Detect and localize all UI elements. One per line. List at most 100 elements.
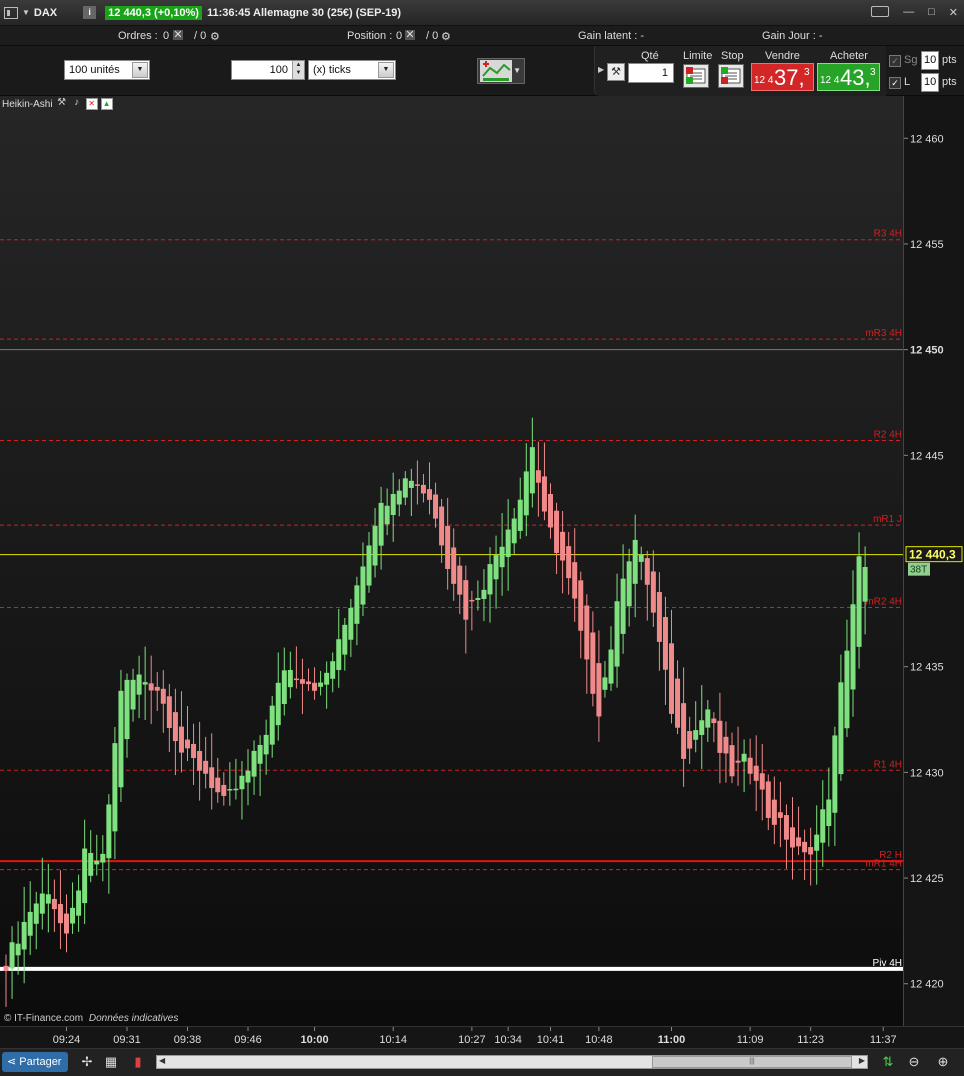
l-checkbox[interactable]: ✓: [889, 77, 901, 89]
close-indicator-icon[interactable]: ✕: [85, 98, 98, 110]
candle-body-45: [275, 682, 281, 726]
candle-body-101: [614, 601, 620, 667]
zoom-out-icon[interactable]: ⊖: [907, 1054, 921, 1070]
scroll-thumb[interactable]: |||: [652, 1056, 852, 1068]
x-tick-label-3: 09:46: [234, 1034, 262, 1046]
candle-body-79: [481, 589, 487, 600]
share-label: Partager: [19, 1056, 62, 1068]
chevron-down-icon[interactable]: ▼: [132, 62, 148, 78]
candle-body-62: [378, 502, 384, 546]
chart-scrollbar[interactable]: ◀ ||| ▶: [156, 1055, 868, 1069]
candle-body-92: [560, 531, 566, 561]
level-label-4: mR1 J: [873, 514, 902, 525]
move-up-icon[interactable]: ▲: [100, 98, 113, 110]
zoom-in-icon[interactable]: ⊕: [936, 1054, 950, 1070]
scroll-left-icon[interactable]: ◀: [159, 1056, 165, 1065]
candle-body-25: [154, 686, 160, 691]
candle-body-56: [342, 624, 348, 655]
candle-body-7: [45, 894, 51, 904]
candle-body-26: [160, 688, 166, 704]
minimize-button[interactable]: —: [903, 6, 914, 19]
info-icon[interactable]: i: [83, 6, 97, 19]
close-button[interactable]: ✕: [949, 6, 958, 19]
candle-body-88: [535, 470, 541, 483]
candle-body-117: [711, 718, 717, 724]
candle-body-86: [523, 471, 529, 516]
price-chart-area[interactable]: R3 4H mR3 4H R2 4H mR1 JmR2 4H R1 4H R2 HmR1 …: [0, 96, 904, 1026]
candle-body-69: [420, 484, 426, 494]
sell-button[interactable]: 12 4 37, 3: [751, 63, 814, 91]
y-tick-label-0: 12 460: [910, 133, 944, 145]
position-settings-icon[interactable]: ⚙: [441, 30, 451, 43]
candle-body-41: [251, 750, 257, 777]
candle-body-20: [124, 679, 130, 740]
candle-body-138: [838, 682, 844, 775]
stop-label: Stop: [721, 50, 744, 62]
candle-body-31: [191, 743, 197, 759]
candle-body-53: [324, 672, 330, 685]
indicator-name[interactable]: Heikin-Ashi: [2, 99, 53, 110]
candle-body-33: [203, 760, 209, 774]
orders-settings-icon[interactable]: ⚙: [210, 30, 220, 43]
strategy-tool-button[interactable]: ▼: [477, 58, 525, 84]
chevron-down-icon[interactable]: ▼: [22, 8, 30, 17]
crosshair-icon[interactable]: ✢: [80, 1054, 94, 1070]
keyboard-icon[interactable]: [871, 6, 890, 17]
candle-body-121: [735, 760, 741, 763]
candle-body-94: [572, 562, 578, 599]
quantity-select[interactable]: 100 unités ▼: [64, 60, 150, 80]
bottom-toolbar: ⋖ Partager ✢ ▦ ▮ ◀ ||| ▶ ⇅ ⊖ ⊕: [0, 1048, 964, 1076]
instrument-symbol[interactable]: DAX: [34, 7, 57, 19]
candle-body-54: [330, 661, 336, 679]
l-input[interactable]: 10: [921, 73, 939, 92]
y-tick-label-6: 12 425: [910, 873, 944, 885]
sg-checkbox[interactable]: ✓: [889, 55, 901, 67]
bell-icon[interactable]: ♪: [71, 98, 83, 110]
y-tick-label-7: 12 420: [910, 979, 944, 991]
candle-body-17: [106, 804, 112, 859]
ticks-value: 100: [269, 64, 288, 76]
candle-body-9: [57, 904, 63, 924]
candle-body-32: [197, 750, 203, 771]
price-chart[interactable]: R3 4HmR3 4HR2 4HmR1 JmR2 4HR1 4HR2 HmR1 …: [0, 96, 904, 1026]
candle-body-139: [844, 650, 850, 729]
wrench-icon[interactable]: ⚒: [607, 63, 625, 81]
limit-order-button[interactable]: [683, 64, 709, 88]
maximize-button[interactable]: □: [928, 6, 935, 19]
ticks-stepper[interactable]: ▲ ▼: [292, 61, 304, 79]
candle-body-104: [632, 539, 638, 584]
cancel-orders-icon[interactable]: ✕: [173, 30, 183, 41]
expand-arrow-icon[interactable]: ▶: [598, 65, 604, 74]
auto-scale-icon[interactable]: ⇅: [881, 1054, 895, 1070]
candle-body-130: [790, 827, 795, 848]
candle-style-icon[interactable]: ▮: [131, 1054, 145, 1070]
window-icon[interactable]: [4, 6, 18, 19]
qty-input[interactable]: 1: [628, 63, 674, 83]
x-tick-label-9: 10:48: [585, 1034, 613, 1046]
wrench-icon[interactable]: ⚒: [56, 98, 68, 110]
candle-body-103: [626, 561, 632, 607]
scroll-right-icon[interactable]: ▶: [859, 1056, 865, 1065]
candle-body-43: [263, 734, 269, 755]
chevron-down-icon[interactable]: ▼: [513, 66, 521, 75]
candle-body-135: [820, 809, 826, 843]
last-price-label: 12 440,3: [909, 548, 956, 562]
sg-input[interactable]: 10: [921, 51, 939, 70]
candle-body-28: [172, 712, 178, 742]
candle-body-109: [662, 616, 668, 670]
time-axis[interactable]: 09:24 09:31 09:38 09:46 10:00 10:14 10:27 10:34…: [0, 1026, 964, 1048]
share-button[interactable]: ⋖ Partager: [2, 1052, 68, 1072]
buy-button[interactable]: 12 4 43, 3: [817, 63, 880, 91]
close-position-icon[interactable]: ✕: [405, 30, 415, 41]
candle-body-0: [3, 965, 9, 972]
price-axis[interactable]: 12 460 12 455 12 450 12 445 12 435 12 430 12 4…: [904, 96, 964, 1026]
candle-body-126: [765, 781, 771, 818]
candle-body-13: [82, 848, 88, 904]
add-chart-icon[interactable]: ▦: [104, 1054, 118, 1070]
candle-body-112: [681, 703, 687, 759]
stop-order-button[interactable]: [718, 64, 744, 88]
chevron-down-icon[interactable]: ▼: [378, 62, 394, 78]
ticks-unit-select[interactable]: (x) ticks ▼: [308, 60, 396, 80]
ticks-input[interactable]: 100 ▲ ▼: [231, 60, 305, 80]
candle-body-77: [469, 599, 475, 602]
